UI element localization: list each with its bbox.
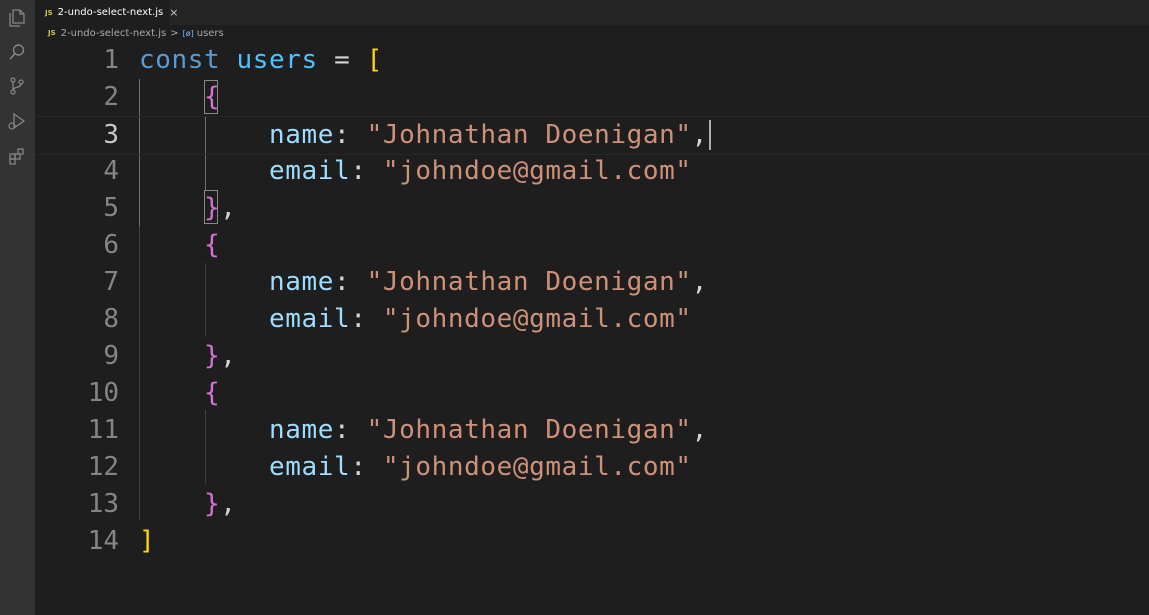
run-debug-icon[interactable] xyxy=(7,111,27,131)
line-number: 9 xyxy=(103,341,119,371)
line-text: }, xyxy=(204,193,237,223)
line-text: ] xyxy=(139,526,156,556)
variable-symbol-icon: [ø] xyxy=(182,28,194,38)
code-line: 2 { xyxy=(35,79,1149,116)
line-text: name: "Johnathan Doenigan", xyxy=(269,120,708,150)
line-text: email: "johndoe@gmail.com" xyxy=(269,452,692,482)
extensions-icon[interactable] xyxy=(7,146,27,166)
line-text: const users = [ xyxy=(139,45,383,75)
source-control-icon[interactable] xyxy=(7,76,27,96)
line-number: 13 xyxy=(87,489,119,519)
chevron-right-icon: > xyxy=(170,27,179,39)
code-editor[interactable]: 1 const users = [ 2 { 3 name: "Johnathan… xyxy=(35,42,1149,615)
line-number: 12 xyxy=(87,452,119,482)
line-text: name: "Johnathan Doenigan", xyxy=(269,415,708,445)
breadcrumb-file[interactable]: 2-undo-select-next.js xyxy=(61,28,167,39)
line-number: 4 xyxy=(103,156,119,186)
line-number: 10 xyxy=(87,378,119,408)
code-line: 5 }, xyxy=(35,190,1149,227)
code-line: 13 }, xyxy=(35,486,1149,523)
code-line: 14 ] xyxy=(35,523,1149,560)
explorer-icon[interactable] xyxy=(7,8,27,28)
breadcrumb: JS 2-undo-select-next.js > [ø] users xyxy=(48,26,224,40)
breadcrumb-symbol[interactable]: users xyxy=(197,28,224,39)
line-text: }, xyxy=(204,489,237,519)
code-line: 10 { xyxy=(35,375,1149,412)
line-number: 8 xyxy=(103,304,119,334)
js-file-icon: JS xyxy=(45,8,53,17)
line-text: }, xyxy=(204,341,237,371)
activity-bar xyxy=(0,0,35,615)
tab-label: 2-undo-select-next.js xyxy=(57,7,164,18)
code-line: 1 const users = [ xyxy=(35,42,1149,79)
line-number: 7 xyxy=(103,267,119,297)
code-line: 4 email: "johndoe@gmail.com" xyxy=(35,153,1149,190)
line-number: 11 xyxy=(87,415,119,445)
code-line: 6 { xyxy=(35,227,1149,264)
code-line: 8 email: "johndoe@gmail.com" xyxy=(35,301,1149,338)
close-icon[interactable]: × xyxy=(169,6,178,19)
line-number: 14 xyxy=(87,526,119,556)
search-icon[interactable] xyxy=(7,42,27,62)
line-number: 2 xyxy=(103,82,119,112)
code-line: 12 email: "johndoe@gmail.com" xyxy=(35,449,1149,486)
text-cursor xyxy=(709,120,711,150)
line-text: email: "johndoe@gmail.com" xyxy=(269,156,692,186)
line-number: 1 xyxy=(103,45,119,75)
line-text: email: "johndoe@gmail.com" xyxy=(269,304,692,334)
tab-bar: JS 2-undo-select-next.js × xyxy=(35,0,1149,25)
line-number: 5 xyxy=(103,193,119,223)
line-number: 3 xyxy=(103,120,119,150)
js-file-icon: JS xyxy=(48,29,56,37)
tab-file[interactable]: JS 2-undo-select-next.js × xyxy=(35,0,178,25)
line-text: { xyxy=(204,230,221,260)
line-text: { xyxy=(204,82,221,112)
line-number: 6 xyxy=(103,230,119,260)
code-line-current: 3 name: "Johnathan Doenigan", xyxy=(35,116,1149,155)
line-text: { xyxy=(204,378,221,408)
code-line: 9 }, xyxy=(35,338,1149,375)
code-line: 7 name: "Johnathan Doenigan", xyxy=(35,264,1149,301)
line-text: name: "Johnathan Doenigan", xyxy=(269,267,708,297)
code-line: 11 name: "Johnathan Doenigan", xyxy=(35,412,1149,449)
